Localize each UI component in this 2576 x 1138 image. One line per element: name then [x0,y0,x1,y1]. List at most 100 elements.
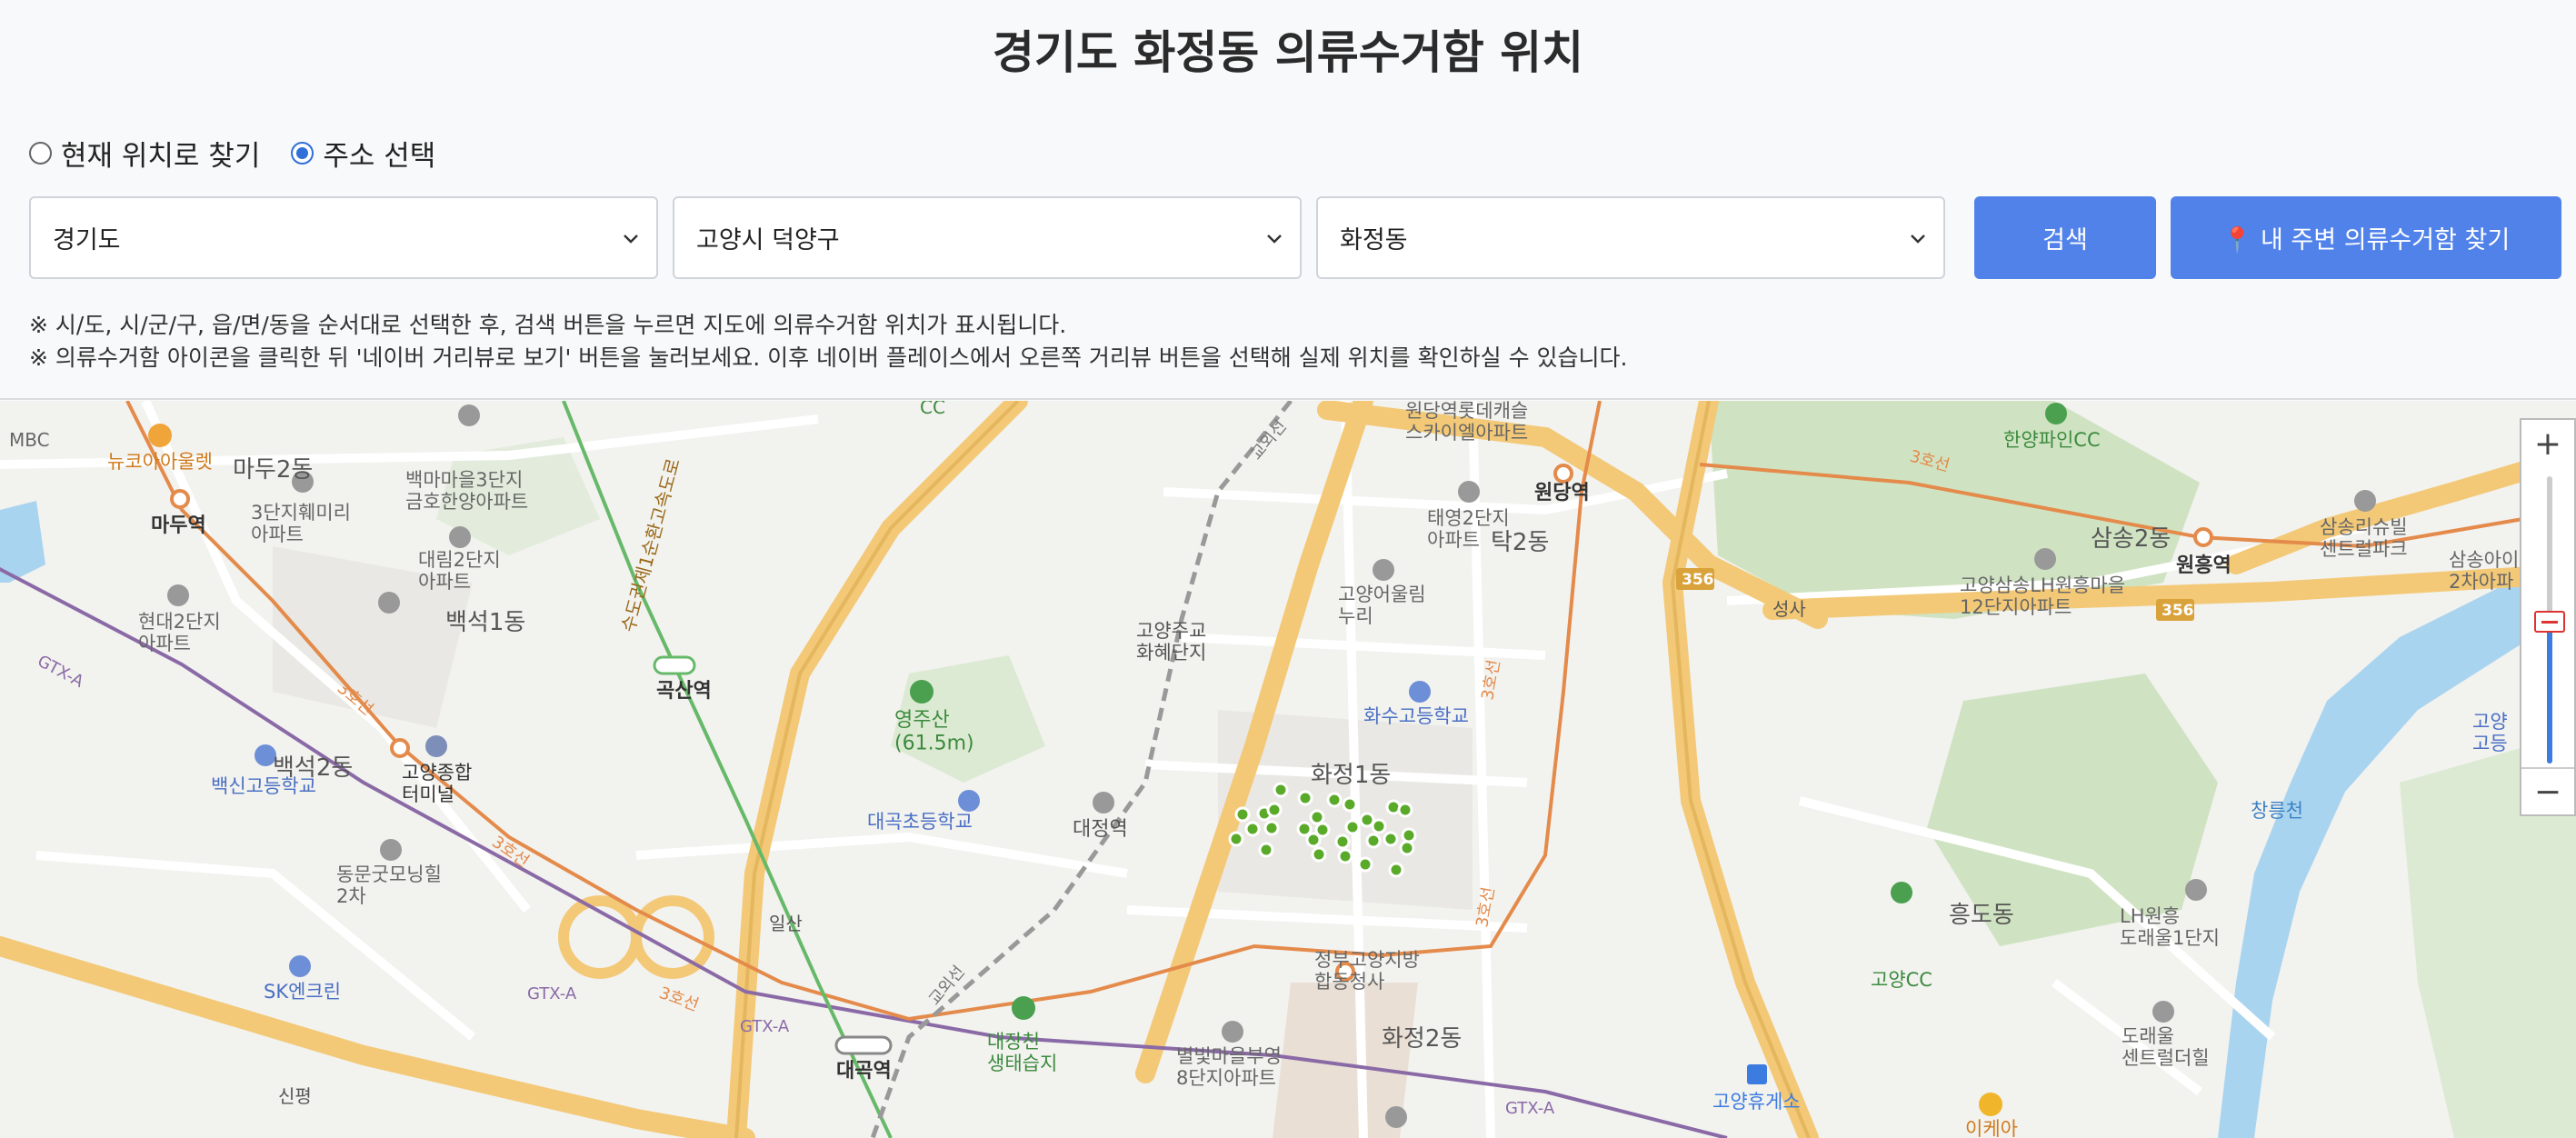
instruction-note-2: ※ 의류수거함 아이콘을 클릭한 뒤 '네이버 거리뷰로 보기' 버튼을 눌러보… [29,344,1628,371]
clothing-bin-marker[interactable] [1273,782,1289,798]
map-label: 흥도동 [1949,902,2014,929]
nearby-bins-button[interactable]: 📍 내 주변 의류수거함 찾기 [2171,196,2561,279]
map-label: 일산 [769,913,803,934]
clothing-bin-marker[interactable] [1357,856,1373,873]
map-label: 고양휴게소 [1712,1091,1801,1113]
map-label: 원당역롯데캐슬 스카이엘아파트 [1405,401,1528,444]
map-label: 별빛마을부영 8단지아파트 [1176,1045,1282,1089]
clothing-bin-marker[interactable] [1397,802,1413,818]
radio-circle-unchecked[interactable] [29,142,52,165]
dong-select-value: 화정동 [1340,226,1408,255]
map-label: 화수고등학교 [1363,705,1469,727]
map-label: 356 [1682,571,1714,589]
map-label: 화정2동 [1382,1025,1462,1053]
clothing-bin-marker[interactable] [1305,832,1322,848]
map-label: 대정역 [1073,818,1128,841]
city-select-value: 고양시 덕양구 [696,226,840,255]
map-label: 대곡역 [836,1060,892,1083]
map-view[interactable]: MBC 뉴코아아울렛 마두2동 마두역 3단지훼미리 아파트 백마마을3단지 금호한… [0,401,2576,1138]
page-title: 경기도 화정동 의류수거함 위치 [992,26,1584,79]
chevron-down-icon [1267,235,1282,244]
map-label: 대곡초등학교 [867,811,973,833]
zoom-out-button[interactable]: − [2521,767,2574,814]
clothing-bin-marker[interactable] [1311,846,1327,863]
clothing-bin-marker[interactable] [1334,834,1351,850]
map-label: 마두역 [151,514,206,537]
clothing-bin-marker[interactable] [1388,862,1404,878]
map-label: CC [920,401,945,418]
clothing-bin-marker[interactable] [1399,840,1415,856]
map-label: 고양CC [1871,969,1932,991]
map-label: 교외선 [925,963,969,1010]
map-label: 고양주교 화혜단지 [1136,620,1206,664]
radio-current-location-label: 현재 위치로 찾기 [61,140,261,173]
map-label: 화정1동 [1311,762,1391,789]
zoom-in-button[interactable]: + [2521,420,2574,467]
map-label: 마두2동 [233,456,313,484]
gyeongui-line [562,401,893,1138]
clothing-bin-marker[interactable] [1266,802,1283,818]
map-label: 교외선 [1247,417,1291,464]
map-label: 삼송아이 2차아파 [2449,549,2519,593]
zoom-slider-handle[interactable] [2534,611,2565,633]
chevron-down-icon [1911,235,1925,244]
map-label: 동문굿모닝힐 2차 [336,863,442,907]
map-label: LH원흥 도래울1단지 [2120,905,2220,949]
map-label: 대림2단지 아파트 [418,549,501,593]
clothing-bin-marker[interactable] [1383,831,1399,847]
clothing-bin-marker[interactable] [1228,831,1244,847]
clothing-bin-marker[interactable] [1342,796,1358,813]
clothing-bin-marker[interactable] [1234,806,1251,823]
map-label: 창릉천 [2251,800,2303,822]
map-label: 대장천 생태습지 [987,1031,1057,1074]
clothing-bin-marker[interactable] [1337,848,1353,864]
map-label: 356 [2162,602,2194,620]
map-label: 삼송리슈빌 센트럴파크 [2320,516,2408,560]
clothing-bin-marker[interactable] [1263,820,1280,836]
clothing-bin-marker[interactable] [1258,842,1274,858]
map-label: 도래울 센트럴더힐 [2122,1025,2210,1069]
map-label: 원흥역 [2176,554,2232,577]
map-label: 백석1동 [445,609,525,636]
clothing-bin-marker[interactable] [1365,833,1382,849]
map-label: MBC [9,429,50,451]
map-label: 백신고등학교 [211,775,316,797]
map-label: 3단지훼미리 아파트 [251,502,351,545]
radio-address-select[interactable]: 주소 선택 [291,133,435,174]
city-select[interactable]: 고양시 덕양구 [673,196,1302,279]
map-label: 탁2동 [1491,529,1549,556]
map-label: 고양 고등 [2472,711,2508,754]
map-label: 원당역 [1534,482,1590,504]
clothing-bin-marker[interactable] [1326,792,1343,808]
map-label: 이케아 [1965,1118,2018,1138]
map-label: 한양파인CC [2003,429,2101,451]
map-label: 곡산역 [656,680,712,703]
map-label: GTX-A [740,1017,790,1036]
instruction-note-1: ※ 시/도, 시/군/구, 읍/면/동을 순서대로 선택한 후, 검색 버튼을 … [29,312,1067,338]
clothing-bin-marker[interactable] [1244,821,1261,837]
control-panel: 경기도 화정동 의류수거함 위치 현재 위치로 찾기 주소 선택 경기도 고양시… [0,0,2576,400]
clothing-bin-marker[interactable] [1297,790,1313,806]
clothing-bin-marker[interactable] [1371,818,1387,834]
province-select-value: 경기도 [53,226,121,255]
map-label: 현대2단지 아파트 [138,611,221,654]
map-canvas[interactable]: MBC 뉴코아아울렛 마두2동 마두역 3단지훼미리 아파트 백마마을3단지 금호한… [0,401,2576,1138]
clothing-bin-marker[interactable] [1401,827,1417,844]
radio-circle-checked[interactable] [291,142,315,165]
search-button[interactable]: 검색 [1974,196,2156,279]
map-label: 고양어울림 누리 [1338,584,1426,627]
map-label: GTX-A [35,652,87,692]
dong-select[interactable]: 화정동 [1316,196,1945,279]
pond [0,501,45,583]
province-select[interactable]: 경기도 [29,196,658,279]
radio-address-select-label: 주소 선택 [323,140,436,173]
clothing-bin-marker[interactable] [1344,819,1361,835]
zoom-track-fill [2547,622,2552,764]
clothing-bin-marker[interactable] [1296,821,1313,837]
map-label: 수도권제1순환고속도로 [617,456,684,634]
radio-current-location[interactable]: 현재 위치로 찾기 [29,133,260,174]
map-label: 3호선 [656,983,701,1015]
map-label: 성사 [1772,598,1806,620]
map-label: 뉴코아아울렛 [107,451,213,473]
clothing-bin-marker[interactable] [1309,809,1325,825]
